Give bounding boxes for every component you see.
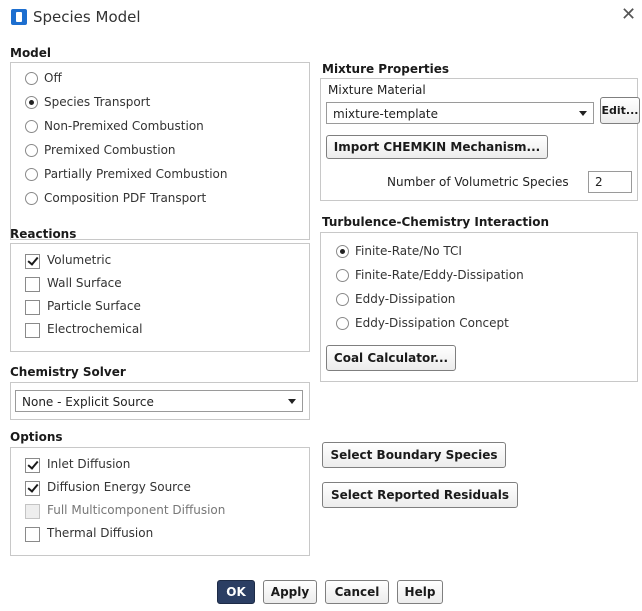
select-boundary-species-button[interactable]: Select Boundary Species (322, 442, 506, 468)
options-option-label: Diffusion Energy Source (47, 480, 191, 494)
tci-option-label: Eddy-Dissipation Concept (355, 316, 509, 330)
tci-option-label: Eddy-Dissipation (355, 292, 456, 306)
reactions-option-label: Electrochemical (47, 322, 143, 336)
radio-button[interactable] (25, 144, 38, 157)
checkbox[interactable] (25, 254, 40, 269)
mixture-material-value: mixture-template (333, 107, 438, 121)
model-option-label: Species Transport (44, 95, 151, 109)
checkbox[interactable] (25, 300, 40, 315)
options-option-label: Full Multicomponent Diffusion (47, 503, 226, 517)
radio-button[interactable] (336, 317, 349, 330)
chevron-down-icon (579, 111, 587, 116)
model-option-label: Off (44, 71, 62, 85)
chemistry-solver-value: None - Explicit Source (22, 395, 154, 409)
radio-button[interactable] (25, 96, 38, 109)
title-bar: Species Model ✕ (0, 0, 642, 34)
model-option-label: Partially Premixed Combustion (44, 167, 228, 181)
chemistry-solver-title: Chemistry Solver (10, 365, 126, 379)
radio-button[interactable] (25, 72, 38, 85)
edit-material-button[interactable]: Edit... (600, 97, 640, 124)
radio-button[interactable] (25, 168, 38, 181)
options-option-label: Thermal Diffusion (47, 526, 154, 540)
cancel-button[interactable]: Cancel (325, 580, 389, 604)
close-icon[interactable]: ✕ (621, 6, 636, 24)
reactions-group-title: Reactions (10, 227, 77, 241)
mixture-material-label: Mixture Material (328, 83, 426, 97)
app-icon (11, 9, 27, 25)
num-species-label: Number of Volumetric Species (387, 175, 569, 189)
checkbox[interactable] (25, 323, 40, 338)
radio-button[interactable] (336, 245, 349, 258)
radio-button[interactable] (336, 269, 349, 282)
model-option-label: Non-Premixed Combustion (44, 119, 204, 133)
radio-button[interactable] (336, 293, 349, 306)
checkbox (25, 504, 40, 519)
model-option-label: Composition PDF Transport (44, 191, 207, 205)
help-button[interactable]: Help (397, 580, 443, 604)
apply-button[interactable]: Apply (263, 580, 317, 604)
reactions-option-label: Wall Surface (47, 276, 122, 290)
checkbox[interactable] (25, 277, 40, 292)
radio-button[interactable] (25, 192, 38, 205)
import-chemkin-button[interactable]: Import CHEMKIN Mechanism... (326, 135, 548, 159)
chevron-down-icon (288, 399, 296, 404)
options-option-label: Inlet Diffusion (47, 457, 131, 471)
checkbox[interactable] (25, 458, 40, 473)
ok-button[interactable]: OK (217, 580, 255, 604)
reactions-option-label: Particle Surface (47, 299, 141, 313)
num-species-field[interactable]: 2 (588, 171, 632, 193)
radio-button[interactable] (25, 120, 38, 133)
reactions-option-label: Volumetric (47, 253, 112, 267)
num-species-value: 2 (595, 175, 603, 189)
mixture-properties-title: Mixture Properties (322, 62, 450, 76)
window-title: Species Model (33, 8, 141, 26)
tci-option-label: Finite-Rate/Eddy-Dissipation (355, 268, 524, 282)
tci-group-title: Turbulence-Chemistry Interaction (322, 215, 550, 229)
checkbox[interactable] (25, 527, 40, 542)
options-group-title: Options (10, 430, 63, 444)
chemistry-solver-select[interactable]: None - Explicit Source (15, 390, 303, 412)
model-group-title: Model (10, 46, 52, 60)
checkbox[interactable] (25, 481, 40, 496)
mixture-material-select[interactable]: mixture-template (326, 102, 594, 124)
tci-option-label: Finite-Rate/No TCI (355, 244, 462, 258)
select-reported-residuals-button[interactable]: Select Reported Residuals (322, 482, 518, 508)
coal-calculator-button[interactable]: Coal Calculator... (326, 345, 456, 371)
model-option-label: Premixed Combustion (44, 143, 176, 157)
